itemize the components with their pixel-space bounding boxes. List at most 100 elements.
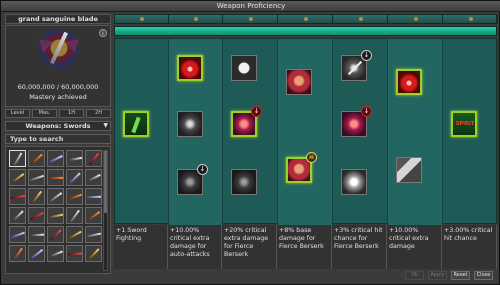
perk-description: +10.00% critical extra damage <box>387 225 442 269</box>
perk-node-skull[interactable] <box>231 55 257 81</box>
level-button-1[interactable]: Level <box>5 109 30 118</box>
weapon-proficiency-window: Weapon Proficiency grand sanguine blade … <box>0 0 500 285</box>
perk-node-dark[interactable] <box>231 169 257 195</box>
weapon-slot[interactable] <box>28 226 45 243</box>
progress-marker <box>413 17 418 21</box>
perk-node-red[interactable] <box>396 69 422 95</box>
weapon-slot[interactable] <box>9 226 26 243</box>
proficiency-panel: ↓ ↓ ☠ ↓ ↓ SPIRIT +1 Sword Fighting +10.00% cri… <box>114 14 498 269</box>
search-input[interactable]: Type to search <box>5 134 111 144</box>
level-button-3[interactable]: 1H <box>59 109 84 118</box>
weapon-slot[interactable] <box>28 150 45 167</box>
weapon-slot[interactable] <box>66 207 83 224</box>
perk-node-bers[interactable] <box>286 69 312 95</box>
weapon-category-label: Weapons: Swords <box>25 122 91 130</box>
item-wing-left <box>39 39 53 53</box>
apply-button[interactable]: Apply <box>428 271 447 280</box>
weapon-slot[interactable] <box>9 169 26 186</box>
item-blade <box>50 31 68 65</box>
perk-description: +3.00% critical hit chance <box>442 225 497 269</box>
perk-node-book[interactable] <box>396 157 422 183</box>
book-icon <box>397 158 421 182</box>
weapon-slot[interactable] <box>66 226 83 243</box>
weapon-slot[interactable] <box>47 207 64 224</box>
progress-marker <box>303 17 308 21</box>
perk-node-green[interactable] <box>123 111 149 137</box>
weapon-slot[interactable] <box>85 226 102 243</box>
perk-node-red[interactable] <box>177 55 203 81</box>
info-icon[interactable]: i <box>99 29 107 37</box>
weapon-slot[interactable] <box>85 207 102 224</box>
weapon-category-select[interactable]: Weapons: Swords ▼ <box>5 121 111 131</box>
perk-column <box>278 39 333 225</box>
weapon-slot[interactable] <box>9 150 26 167</box>
weapon-slot[interactable] <box>66 169 83 186</box>
weapon-slot[interactable] <box>66 150 83 167</box>
weapon-slot[interactable] <box>47 150 64 167</box>
item-wing-right <box>65 39 79 53</box>
left-panel: grand sanguine blade i 60,000,000 / 60,0… <box>5 14 111 284</box>
weapon-slot[interactable] <box>85 245 102 262</box>
sparkle-icon <box>342 170 366 194</box>
weapon-slot[interactable] <box>85 188 102 205</box>
weapon-slot[interactable] <box>28 245 45 262</box>
perk-node-spirit[interactable]: SPIRIT <box>451 111 477 137</box>
progress-marker <box>358 17 363 21</box>
perk-descriptions: +1 Sword Fighting +10.00% critical extra … <box>114 225 497 269</box>
perk-description: +20% critical extra damage for Fierce Be… <box>222 225 277 269</box>
chevron-down-icon: ▼ <box>103 122 108 129</box>
sword-icon <box>178 112 202 136</box>
skull-icon <box>232 56 256 80</box>
weapon-list-scroll-thumb[interactable] <box>104 151 107 213</box>
level-buttons: Level Mas. 1H 2H <box>5 109 111 118</box>
weapon-slot[interactable] <box>85 169 102 186</box>
perk-node-sparkle[interactable] <box>341 169 367 195</box>
weapon-slot[interactable] <box>47 169 64 186</box>
weapon-slot[interactable] <box>85 150 102 167</box>
weapon-slot[interactable] <box>66 188 83 205</box>
level-button-2[interactable]: Mas. <box>32 109 57 118</box>
down-arrow-badge-icon: ↓ <box>251 106 262 117</box>
proficiency-progress-bar <box>114 14 498 24</box>
item-preview: i 60,000,000 / 60,000,000 Mastery achiev… <box>5 25 111 107</box>
weapon-list <box>5 146 111 274</box>
perk-description: +1 Sword Fighting <box>114 225 168 269</box>
red-icon <box>179 57 201 79</box>
green-icon <box>125 113 147 135</box>
progress-marker <box>468 17 473 21</box>
progress-marker <box>140 17 144 21</box>
bers-icon <box>288 159 310 181</box>
reset-button[interactable]: Reset <box>451 271 470 280</box>
close-button[interactable]: Close <box>474 271 493 280</box>
weapon-slot[interactable] <box>66 245 83 262</box>
down-arrow-badge-icon: ↓ <box>361 106 372 117</box>
weapon-slot[interactable] <box>28 207 45 224</box>
dark-icon <box>232 170 256 194</box>
progress-marker <box>248 17 253 21</box>
dialog-buttons: Ok Apply Reset Close <box>405 271 493 280</box>
weapon-slot[interactable] <box>28 169 45 186</box>
weapon-list-scrollbar[interactable] <box>103 150 108 271</box>
item-progress-text: 60,000,000 / 60,000,000 <box>17 83 99 91</box>
item-image <box>39 29 79 67</box>
weapon-slot[interactable] <box>47 245 64 262</box>
perk-description: +10.00% critical extra damage for auto-a… <box>168 225 222 269</box>
down-arrow-badge-icon: ↓ <box>197 164 208 175</box>
bers-icon <box>287 70 311 94</box>
down-arrow-badge-icon: ↓ <box>361 50 372 61</box>
level-button-4[interactable]: 2H <box>86 109 111 118</box>
weapon-slot[interactable] <box>47 188 64 205</box>
ok-button[interactable]: Ok <box>405 271 424 280</box>
perk-description: +3% critical hit chance for Fierce Berse… <box>332 225 387 269</box>
skull-badge-icon: ☠ <box>306 152 317 163</box>
weapon-slot[interactable] <box>9 207 26 224</box>
weapon-slot[interactable] <box>28 188 45 205</box>
weapon-slot[interactable] <box>47 226 64 243</box>
perk-tree: ↓ ↓ ☠ ↓ ↓ SPIRIT <box>114 38 498 225</box>
item-mastery-status: Mastery achieved <box>29 93 87 101</box>
crit-icon <box>233 113 255 135</box>
weapon-slot[interactable] <box>9 188 26 205</box>
perk-node-sword[interactable] <box>177 111 203 137</box>
red-icon <box>398 71 420 93</box>
weapon-slot[interactable] <box>9 245 26 262</box>
